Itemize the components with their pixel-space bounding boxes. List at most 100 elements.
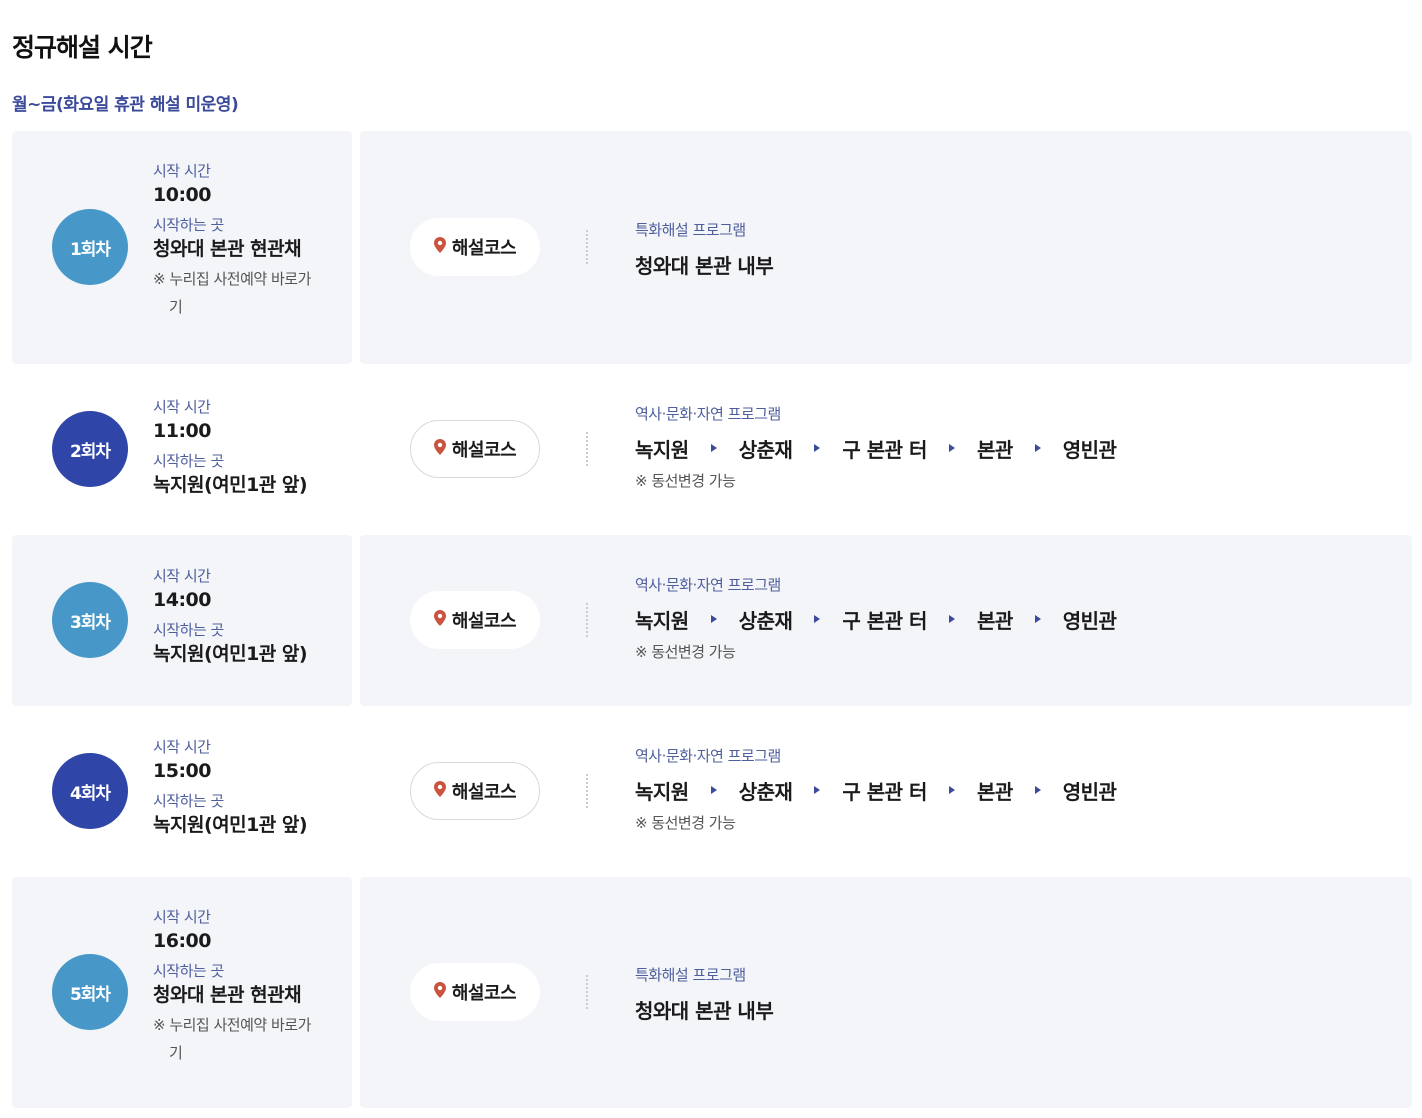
course-button-label: 해설코스: [451, 782, 517, 803]
map-pin-icon: [433, 236, 446, 258]
route-arrow-icon: [948, 444, 955, 452]
route-arrow-icon: [1034, 786, 1041, 794]
start-place-value: 청와대 본관 현관채: [153, 984, 302, 1006]
page-title: 정규해설 시간: [12, 33, 153, 62]
start-time-value: 16:00: [153, 930, 211, 952]
route-stop: 상춘재: [738, 608, 793, 633]
program-label: 역사·문화·자연 프로그램: [635, 747, 781, 765]
route-stop: 영빈관: [1062, 779, 1117, 804]
program-value: 청와대 본관 내부: [635, 254, 774, 278]
program-info: 특화해설 프로그램 청와대 본관 내부: [635, 220, 774, 279]
route-arrow-icon: [710, 444, 717, 452]
divider: [586, 230, 588, 264]
course-button[interactable]: 해설코스: [410, 963, 540, 1021]
route-stop: 영빈관: [1062, 608, 1117, 633]
route-arrow-icon: [814, 615, 821, 623]
map-pin-icon: [433, 780, 446, 802]
program-info: 역사·문화·자연 프로그램 녹지원 상춘재 구 본관 터 본관 영빈관 ※ 동선…: [635, 575, 1117, 662]
program-info: 역사·문화·자연 프로그램 녹지원 상춘재 구 본관 터 본관 영빈관 ※ 동선…: [635, 404, 1117, 491]
route-arrow-icon: [1034, 615, 1041, 623]
program-info: 역사·문화·자연 프로그램 녹지원 상춘재 구 본관 터 본관 영빈관 ※ 동선…: [635, 746, 1117, 833]
start-time-value: 15:00: [153, 760, 211, 782]
session-info: 시작 시간 16:00 시작하는 곳 청와대 본관 현관채 ※ 누리집 사전예약…: [153, 907, 319, 1067]
session-badge: 5회차: [52, 954, 128, 1030]
course-button[interactable]: 해설코스: [410, 218, 540, 276]
divider: [586, 975, 588, 1009]
session-badge: 2회차: [52, 411, 128, 487]
start-place-value: 녹지원(여민1관 앞): [153, 643, 308, 665]
start-time-label: 시작 시간: [153, 567, 211, 585]
route-stop: 본관: [976, 608, 1013, 633]
program-label: 특화해설 프로그램: [635, 966, 746, 984]
reservation-link[interactable]: ※ 누리집 사전예약 바로가기: [153, 265, 319, 321]
route-change-note: ※ 동선변경 가능: [635, 472, 736, 490]
start-place-label: 시작하는 곳: [153, 621, 224, 639]
start-place-label: 시작하는 곳: [153, 216, 224, 234]
route: 녹지원 상춘재 구 본관 터 본관 영빈관: [635, 434, 1117, 462]
session-badge: 1회차: [52, 209, 128, 285]
session-course-panel: 해설코스 역사·문화·자연 프로그램 녹지원 상춘재 구 본관 터 본관 영빈관…: [360, 706, 1412, 877]
program-label: 역사·문화·자연 프로그램: [635, 405, 781, 423]
session-info-panel: 3회차 시작 시간 14:00 시작하는 곳 녹지원(여민1관 앞): [12, 535, 352, 706]
start-place-label: 시작하는 곳: [153, 792, 224, 810]
session-info: 시작 시간 15:00 시작하는 곳 녹지원(여민1관 앞): [153, 737, 308, 845]
route: 녹지원 상춘재 구 본관 터 본관 영빈관: [635, 605, 1117, 633]
start-place-label: 시작하는 곳: [153, 962, 224, 980]
reservation-link[interactable]: ※ 누리집 사전예약 바로가기: [153, 1011, 319, 1067]
course-button[interactable]: 해설코스: [410, 762, 540, 820]
divider: [586, 432, 588, 466]
route-arrow-icon: [814, 786, 821, 794]
route-change-note: ※ 동선변경 가능: [635, 814, 736, 832]
session-badge: 3회차: [52, 582, 128, 658]
start-time-value: 11:00: [153, 420, 211, 442]
page: 정규해설 시간 월~금(화요일 휴관 해설 미운영) 1회차 시작 시간 10:…: [0, 0, 1422, 1118]
route-stop: 상춘재: [738, 437, 793, 462]
route-arrow-icon: [814, 444, 821, 452]
start-place-value: 녹지원(여민1관 앞): [153, 814, 308, 836]
session-info-panel: 5회차 시작 시간 16:00 시작하는 곳 청와대 본관 현관채 ※ 누리집 …: [12, 877, 352, 1108]
route-stop: 녹지원: [635, 608, 689, 633]
course-button[interactable]: 해설코스: [410, 420, 540, 478]
start-time-label: 시작 시간: [153, 908, 211, 926]
session-course-panel: 해설코스 역사·문화·자연 프로그램 녹지원 상춘재 구 본관 터 본관 영빈관…: [360, 364, 1412, 535]
start-time-value: 10:00: [153, 184, 211, 206]
session-course-panel: 해설코스 특화해설 프로그램 청와대 본관 내부: [360, 131, 1412, 364]
route-stop: 녹지원: [635, 779, 689, 804]
course-button-label: 해설코스: [451, 983, 517, 1004]
start-place-value: 청와대 본관 현관채: [153, 238, 302, 260]
route-stop: 구 본관 터: [842, 608, 927, 633]
schedule-note: 월~금(화요일 휴관 해설 미운영): [12, 95, 239, 115]
session-info: 시작 시간 10:00 시작하는 곳 청와대 본관 현관채 ※ 누리집 사전예약…: [153, 161, 319, 321]
route-stop: 영빈관: [1062, 437, 1117, 462]
session-info: 시작 시간 14:00 시작하는 곳 녹지원(여민1관 앞): [153, 566, 308, 674]
start-time-label: 시작 시간: [153, 398, 211, 416]
session-list: 1회차 시작 시간 10:00 시작하는 곳 청와대 본관 현관채 ※ 누리집 …: [12, 131, 1412, 1108]
session-info-panel: 1회차 시작 시간 10:00 시작하는 곳 청와대 본관 현관채 ※ 누리집 …: [12, 131, 352, 364]
route-arrow-icon: [1034, 444, 1041, 452]
program-label: 특화해설 프로그램: [635, 221, 746, 239]
route: 녹지원 상춘재 구 본관 터 본관 영빈관: [635, 776, 1117, 804]
program-value: 청와대 본관 내부: [635, 999, 774, 1023]
program-info: 특화해설 프로그램 청와대 본관 내부: [635, 965, 774, 1024]
session-course-panel: 해설코스 특화해설 프로그램 청와대 본관 내부: [360, 877, 1412, 1108]
start-time-value: 14:00: [153, 589, 211, 611]
course-button-label: 해설코스: [451, 611, 517, 632]
route-stop: 구 본관 터: [842, 779, 927, 804]
route-stop: 구 본관 터: [842, 437, 927, 462]
route-stop: 본관: [976, 437, 1013, 462]
course-button-label: 해설코스: [451, 440, 517, 461]
route-change-note: ※ 동선변경 가능: [635, 643, 736, 661]
session-row-5: 5회차 시작 시간 16:00 시작하는 곳 청와대 본관 현관채 ※ 누리집 …: [12, 877, 1412, 1108]
route-arrow-icon: [710, 786, 717, 794]
map-pin-icon: [433, 609, 446, 631]
route-arrow-icon: [948, 786, 955, 794]
start-time-label: 시작 시간: [153, 162, 211, 180]
map-pin-icon: [433, 981, 446, 1003]
divider: [586, 774, 588, 808]
start-place-label: 시작하는 곳: [153, 452, 224, 470]
session-row-1: 1회차 시작 시간 10:00 시작하는 곳 청와대 본관 현관채 ※ 누리집 …: [12, 131, 1412, 364]
course-button-label: 해설코스: [451, 238, 517, 259]
session-info: 시작 시간 11:00 시작하는 곳 녹지원(여민1관 앞): [153, 397, 308, 505]
course-button[interactable]: 해설코스: [410, 591, 540, 649]
program-label: 역사·문화·자연 프로그램: [635, 576, 781, 594]
